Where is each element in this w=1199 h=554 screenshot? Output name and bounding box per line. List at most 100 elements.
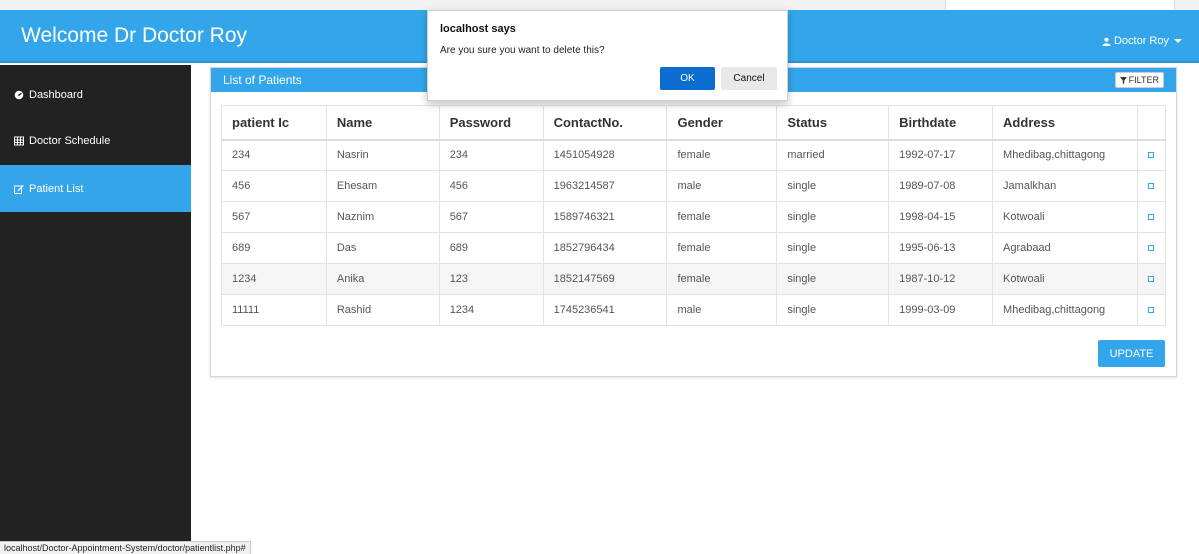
ok-button[interactable]: OK — [660, 67, 715, 90]
table-header-row: patient Ic Name Password ContactNo. Gend… — [221, 105, 1167, 141]
cell-gender: female — [666, 232, 778, 264]
cell-birthdate: 1992-07-17 — [888, 139, 994, 171]
column-header: Password — [438, 105, 544, 141]
cell-password: 234 — [438, 139, 544, 171]
cell-status: single — [776, 263, 890, 295]
column-header: ContactNo. — [542, 105, 668, 141]
table-row[interactable]: 456 Ehesam 456 1963214587 male single 19… — [221, 170, 1167, 202]
cell-address: Jamalkhan — [992, 170, 1138, 202]
cell-name: Das — [325, 232, 440, 264]
column-header: patient Ic — [221, 105, 327, 141]
sidebar-item-label: Doctor Schedule — [29, 134, 111, 147]
sidebar-item-patient-list[interactable]: Patient List — [0, 165, 191, 212]
cell-birthdate: 1989-07-08 — [888, 170, 994, 202]
column-header: Gender — [666, 105, 778, 141]
cell-patient-id: 456 — [221, 170, 327, 202]
chevron-down-icon — [1174, 39, 1182, 43]
panel-title: List of Patients — [223, 73, 302, 87]
cell-password: 1234 — [438, 294, 544, 326]
table-icon — [13, 135, 24, 146]
column-header: Name — [325, 105, 440, 141]
cell-select — [1136, 294, 1167, 326]
row-checkbox[interactable] — [1147, 307, 1154, 313]
table-row[interactable]: 11111 Rashid 1234 1745236541 male single… — [221, 294, 1167, 326]
update-button[interactable]: UPDATE — [1098, 340, 1165, 367]
cell-name: Nasrin — [325, 139, 440, 171]
cell-gender: female — [666, 139, 778, 171]
cell-gender: male — [666, 170, 778, 202]
table-row[interactable]: 1234 Anika 123 1852147569 female single … — [221, 263, 1167, 295]
table-row[interactable]: 567 Naznim 567 1589746321 female single … — [221, 201, 1167, 233]
patients-table: patient Ic Name Password ContactNo. Gend… — [221, 105, 1167, 326]
cell-status: single — [776, 201, 890, 233]
row-checkbox[interactable] — [1147, 152, 1154, 159]
cell-password: 567 — [438, 201, 544, 233]
cell-patient-id: 689 — [221, 232, 327, 264]
cell-gender: female — [666, 201, 778, 233]
cell-status: single — [776, 170, 890, 202]
cell-patient-id: 234 — [221, 139, 327, 171]
dialog-title: localhost says — [440, 23, 516, 35]
cell-contact: 1852796434 — [542, 232, 668, 264]
cell-password: 123 — [438, 263, 544, 295]
filter-button[interactable]: FILTER — [1114, 72, 1164, 88]
cell-select — [1136, 201, 1167, 233]
cell-status: married — [776, 139, 890, 171]
cell-contact: 1589746321 — [542, 201, 668, 233]
column-header: Birthdate — [888, 105, 994, 141]
confirm-dialog: localhost says Are you sure you want to … — [427, 10, 788, 101]
brand-title: Welcome Dr Doctor Roy — [21, 24, 247, 47]
filter-label: FILTER — [1128, 75, 1159, 85]
cell-password: 456 — [438, 170, 544, 202]
cell-name: Rashid — [325, 294, 440, 326]
cell-address: Kotwoali — [992, 263, 1138, 295]
row-checkbox[interactable] — [1147, 245, 1154, 251]
cell-birthdate: 1995-06-13 — [888, 232, 994, 264]
cell-status: single — [776, 232, 890, 264]
cell-name: Naznim — [325, 201, 440, 233]
table-row[interactable]: 234 Nasrin 234 1451054928 female married… — [221, 139, 1167, 171]
sidebar-item-label: Dashboard — [29, 88, 83, 101]
sidebar-item-doctor-schedule[interactable]: Doctor Schedule — [0, 117, 191, 164]
cell-address: Kotwoali — [992, 201, 1138, 233]
cell-patient-id: 567 — [221, 201, 327, 233]
browser-top-strip — [0, 0, 1199, 10]
cell-address: Mhedibag,chittagong — [992, 294, 1138, 326]
cell-address: Agrabaad — [992, 232, 1138, 264]
cell-gender: female — [666, 263, 778, 295]
cancel-button[interactable]: Cancel — [721, 67, 777, 90]
sidebar-item-label: Patient List — [29, 182, 84, 195]
cell-select — [1136, 170, 1167, 202]
row-checkbox[interactable] — [1147, 276, 1154, 282]
dialog-message: Are you sure you want to delete this? — [440, 45, 605, 56]
edit-icon — [13, 183, 24, 194]
cell-address: Mhedibag,chittagong — [992, 139, 1138, 171]
column-header: Status — [776, 105, 890, 141]
status-url: localhost/Doctor-Appointment-System/doct… — [0, 541, 251, 554]
cell-patient-id: 11111 — [221, 294, 327, 326]
dashboard-icon — [13, 89, 24, 100]
patients-panel: List of Patients FILTER patient Ic Name … — [210, 67, 1177, 377]
cell-select — [1136, 263, 1167, 295]
column-header-select — [1136, 105, 1167, 141]
row-checkbox[interactable] — [1147, 214, 1154, 220]
table-row[interactable]: 689 Das 689 1852796434 female single 199… — [221, 232, 1167, 264]
cell-birthdate: 1999-03-09 — [888, 294, 994, 326]
cell-password: 689 — [438, 232, 544, 264]
column-header: Address — [992, 105, 1138, 141]
row-checkbox[interactable] — [1147, 183, 1154, 189]
sidebar-item-dashboard[interactable]: Dashboard — [0, 71, 191, 118]
cell-select — [1136, 139, 1167, 171]
cell-status: single — [776, 294, 890, 326]
cell-name: Anika — [325, 263, 440, 295]
cell-gender: male — [666, 294, 778, 326]
cell-birthdate: 1998-04-15 — [888, 201, 994, 233]
user-icon — [1102, 37, 1111, 46]
cell-birthdate: 1987-10-12 — [888, 263, 994, 295]
cell-contact: 1745236541 — [542, 294, 668, 326]
filter-icon — [1119, 76, 1127, 84]
browser-tab[interactable] — [945, 0, 1175, 10]
user-name: Doctor Roy — [1113, 35, 1169, 47]
user-menu[interactable]: Doctor Roy — [1102, 35, 1182, 47]
cell-patient-id: 1234 — [221, 263, 327, 295]
